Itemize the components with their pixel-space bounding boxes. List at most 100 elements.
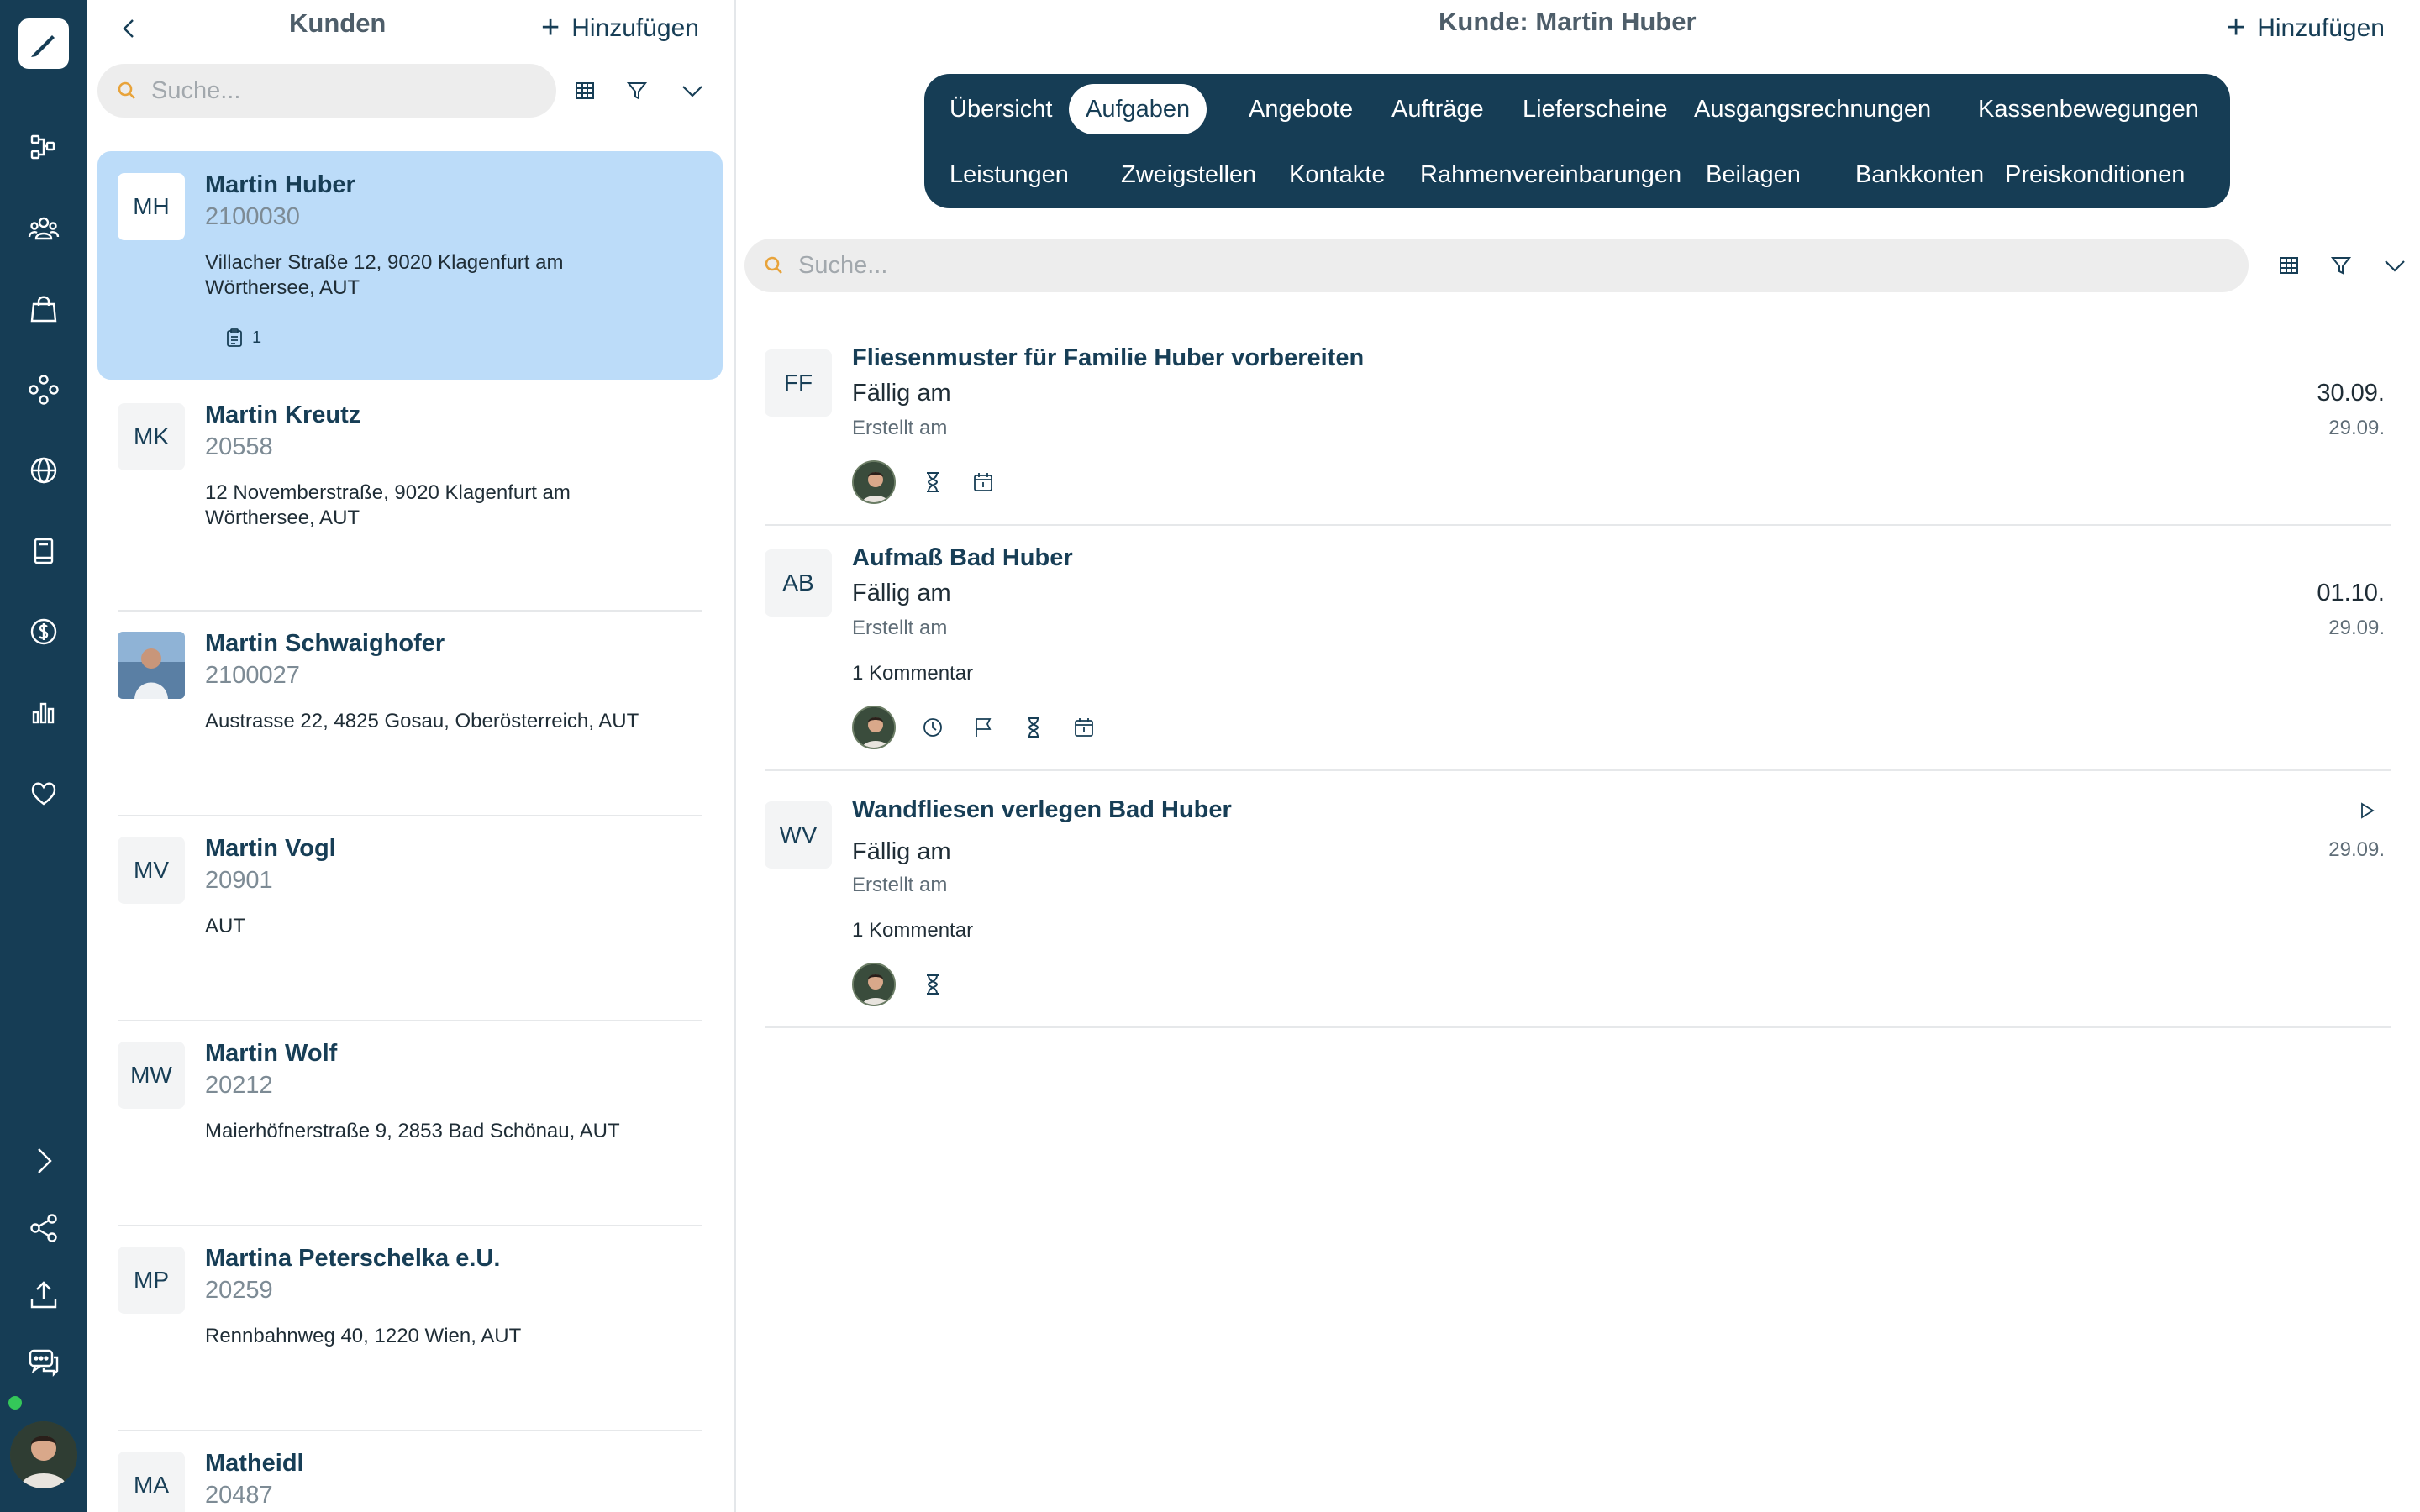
dollar-icon[interactable] [24,612,64,652]
customer-name: Matheidl [205,1450,304,1477]
tab-ausgangsrechnungen[interactable]: Ausgangsrechnungen [1677,84,1948,134]
tab-kassenbewegungen[interactable]: Kassenbewegungen [1961,84,2216,134]
globe-icon[interactable] [24,450,64,491]
task-search[interactable] [744,239,2249,292]
tab-auftraege[interactable]: Aufträge [1375,84,1501,134]
tab-leistungen[interactable]: Leistungen [933,150,1086,200]
heart-icon[interactable] [24,773,64,813]
customer-name: Martina Peterschelka e.U. [205,1245,501,1272]
task-badge-count: 1 [252,328,262,347]
customer-photo [118,632,185,699]
search-icon [765,256,782,274]
task-due-label: Fällig am [852,380,951,407]
customer-item[interactable]: MW Martin Wolf 20212 Maierhöfnerstraße 9… [97,1021,723,1225]
task-created-label: Erstellt am [852,874,948,896]
customer-name: Martin Kreutz [205,402,361,428]
hourglass-icon [1020,714,1047,741]
customer-search-input[interactable] [151,76,518,105]
app-rail [0,0,87,1512]
customer-address: Austrasse 22, 4825 Gosau, Oberösterreich… [205,710,639,732]
task-monogram: WV [765,801,832,869]
play-icon[interactable] [2354,798,2380,823]
people-icon[interactable] [24,208,64,249]
divider [765,1026,2391,1028]
table-view-icon[interactable] [2272,249,2306,282]
assignee-avatar[interactable] [852,706,896,749]
task-due-date: 30.09. [2317,380,2385,407]
tab-uebersicht[interactable]: Übersicht [933,84,1070,134]
customer-item[interactable]: MP Martina Peterschelka e.U. 20259 Rennb… [97,1226,723,1430]
customer-item[interactable]: MK Martin Kreutz 20558 12 Novemberstraße… [97,383,723,610]
flag-icon [970,714,997,741]
tab-bankkonten[interactable]: Bankkonten [1839,150,2001,200]
network-icon[interactable] [24,370,64,410]
task-item[interactable]: WV Wandfliesen verlegen Bad Huber Fällig… [765,796,2413,1015]
search-icon [118,81,135,99]
hourglass-icon [919,469,946,496]
task-badge: 1 [225,328,261,348]
tab-aufgaben[interactable]: Aufgaben [1069,84,1207,134]
filter-icon[interactable] [620,74,654,108]
add-customer-button[interactable]: + Hinzufügen [541,10,699,46]
customer-name: Martin Schwaighofer [205,630,445,657]
task-item[interactable]: AB Aufmaß Bad Huber Fällig am Erstellt a… [765,544,2413,764]
workflow-icon[interactable] [24,128,64,168]
tab-lieferscheine[interactable]: Lieferscheine [1506,84,1685,134]
upload-icon[interactable] [24,1275,64,1315]
task-meta-icons [852,963,946,1006]
user-avatar[interactable] [10,1421,77,1488]
shopping-bag-icon[interactable] [24,289,64,329]
tab-kontakte[interactable]: Kontakte [1272,150,1402,200]
tab-preiskonditionen[interactable]: Preiskonditionen [1988,150,2202,200]
chevron-right-icon[interactable] [24,1141,64,1181]
customer-item[interactable]: MA Matheidl 20487 [97,1431,723,1512]
task-title: Wandfliesen verlegen Bad Huber [852,796,1232,823]
task-comment-count[interactable]: 1 Kommentar [852,662,973,685]
book-icon[interactable] [24,531,64,571]
online-status-dot [7,1394,24,1411]
customer-item[interactable]: MH Martin Huber 2100030 Villacher Straße… [97,151,723,380]
tab-beilagen[interactable]: Beilagen [1689,150,1818,200]
table-view-icon[interactable] [568,74,602,108]
customer-monogram: MA [118,1452,185,1512]
task-search-input[interactable] [798,251,2002,280]
customer-name: Martin Vogl [205,835,336,862]
customer-item[interactable]: Martin Schwaighofer 2100027 Austrasse 22… [97,612,723,815]
task-monogram: AB [765,549,832,617]
assignee-avatar[interactable] [852,460,896,504]
task-due-date: 01.10. [2317,580,2385,606]
customer-address: Maierhöfnerstraße 9, 2853 Bad Schönau, A… [205,1120,620,1142]
customer-name: Martin Wolf [205,1040,338,1067]
back-chevron-icon[interactable] [113,12,146,45]
chat-icon[interactable] [24,1342,64,1383]
tab-zweigstellen[interactable]: Zweigstellen [1104,150,1273,200]
customer-number: 20901 [205,867,273,894]
task-item[interactable]: FF Fliesenmuster für Familie Huber vorbe… [765,344,2413,526]
pencil-logo-icon[interactable] [18,18,69,69]
add-task-button[interactable]: + Hinzufügen [2227,10,2385,46]
customer-search[interactable] [97,64,556,118]
customer-address: AUT [205,915,245,937]
tab-rahmenvereinbarungen[interactable]: Rahmenvereinbarungen [1403,150,1698,200]
add-customer-label: Hinzufügen [571,13,699,42]
customer-address: Rennbahnweg 40, 1220 Wien, AUT [205,1325,522,1347]
customer-monogram: MV [118,837,185,904]
customer-number: 20558 [205,433,273,460]
task-title: Fliesenmuster für Familie Huber vorberei… [852,344,1365,371]
clock-icon [919,714,946,741]
task-comment-count[interactable]: 1 Kommentar [852,919,973,942]
customer-number: 2100027 [205,662,300,689]
task-created-date: 29.09. [2328,617,2385,639]
chevron-down-icon[interactable] [676,74,709,108]
bar-chart-icon[interactable] [24,692,64,732]
chevron-down-icon[interactable] [2378,249,2412,282]
customer-number: 20259 [205,1277,273,1304]
tab-angebote[interactable]: Angebote [1232,84,1370,134]
calendar-icon [970,469,997,496]
divider [765,524,2391,526]
customer-item[interactable]: MV Martin Vogl 20901 AUT [97,816,723,1020]
filter-icon[interactable] [2324,249,2358,282]
assignee-avatar[interactable] [852,963,896,1006]
clipboard-icon [227,328,242,347]
share-icon[interactable] [24,1208,64,1248]
